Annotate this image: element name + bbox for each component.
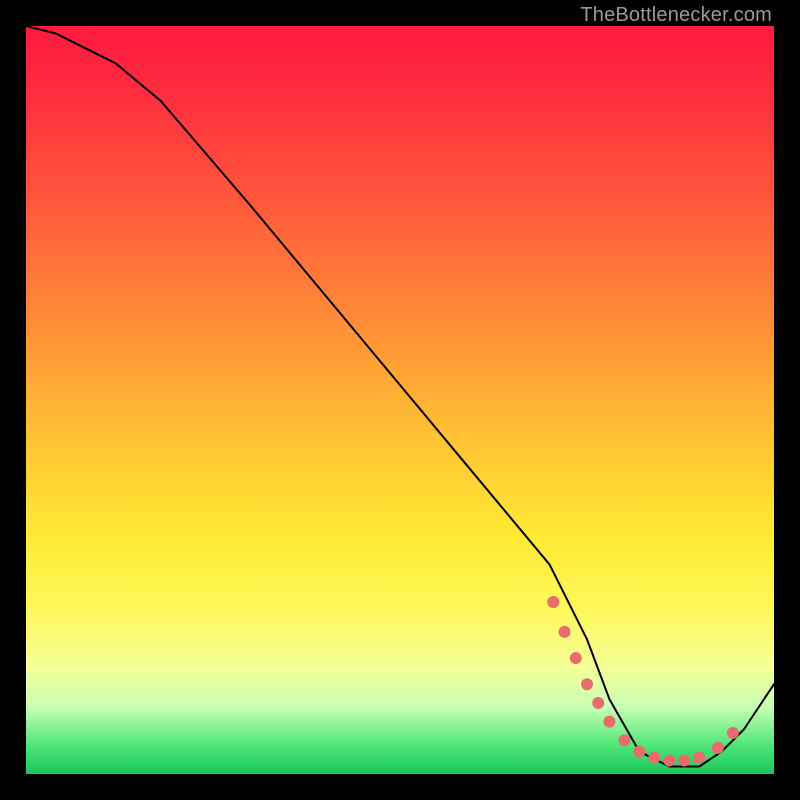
marker-dot — [648, 752, 660, 764]
curve-layer — [26, 26, 774, 767]
marker-dot — [547, 596, 559, 608]
marker-dot — [618, 734, 630, 746]
watermark-text: TheBottlenecker.com — [580, 4, 772, 27]
marker-dot — [712, 742, 724, 754]
marker-dot — [570, 652, 582, 664]
marker-dot — [633, 746, 645, 758]
marker-dot — [603, 716, 615, 728]
marker-layer — [547, 596, 739, 767]
marker-dot — [693, 752, 705, 764]
marker-dot — [727, 727, 739, 739]
marker-dot — [581, 678, 593, 690]
marker-dot — [559, 626, 571, 638]
curve-line — [26, 26, 774, 767]
marker-dot — [592, 697, 604, 709]
marker-dot — [663, 755, 675, 767]
marker-dot — [678, 755, 690, 767]
chart-stage: TheBottlenecker.com — [0, 0, 800, 800]
chart-svg — [26, 26, 774, 774]
plot-area — [26, 26, 774, 774]
